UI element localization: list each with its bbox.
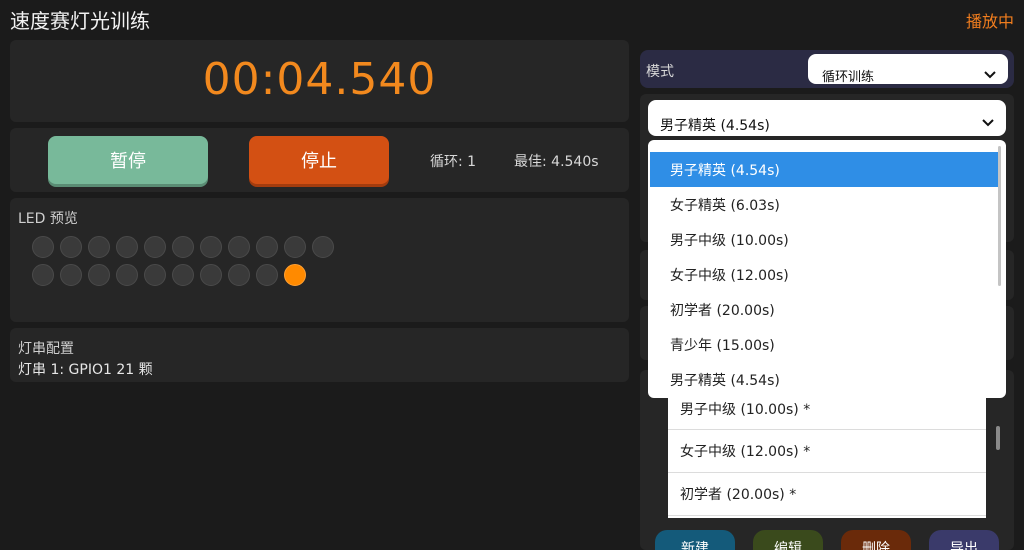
pause-button[interactable]: 暂停 xyxy=(48,136,208,184)
list-item[interactable]: 初学者 (20.00s) * xyxy=(668,473,986,516)
led-dot xyxy=(32,236,54,258)
led-row-2 xyxy=(32,264,306,286)
led-dot xyxy=(200,236,222,258)
chevron-down-icon xyxy=(984,71,996,79)
list-scrollbar[interactable] xyxy=(996,426,1000,450)
led-dot xyxy=(256,264,278,286)
dropdown-option[interactable]: 男子精英 (4.54s) xyxy=(648,362,1006,397)
led-dot xyxy=(32,264,54,286)
timer-display: 00:04.540 xyxy=(202,54,437,105)
dropdown-option[interactable]: 女子中级 (12.00s) xyxy=(648,257,1006,292)
led-dot xyxy=(172,264,194,286)
loop-count: 循环: 1 xyxy=(430,154,477,170)
timer-panel: 00:04.540 xyxy=(10,40,629,122)
led-dot xyxy=(256,236,278,258)
preset-select[interactable]: 男子精英 (4.54s) xyxy=(648,100,1006,136)
list-item[interactable]: 女子中级 (12.00s) * xyxy=(668,430,986,473)
export-button[interactable]: 导出 xyxy=(929,530,999,550)
new-button[interactable]: 新建 xyxy=(655,530,735,550)
led-dot xyxy=(144,264,166,286)
chevron-down-icon xyxy=(982,119,994,127)
mode-panel: 模式 循环训练 xyxy=(640,50,1014,88)
led-dot xyxy=(172,236,194,258)
led-preview-panel: LED 预览 xyxy=(10,198,629,322)
led-dot xyxy=(200,264,222,286)
led-dot xyxy=(116,236,138,258)
preset-dropdown: 男子精英 (4.54s) 女子精英 (6.03s) 男子中级 (10.00s) 女子中… xyxy=(648,140,1006,398)
led-row-1 xyxy=(32,236,334,258)
dropdown-option[interactable]: 女子精英 (6.03s) xyxy=(648,187,1006,222)
dropdown-option[interactable]: 男子中级 (10.00s) xyxy=(648,222,1006,257)
led-dot xyxy=(228,236,250,258)
led-dot xyxy=(144,236,166,258)
led-dot xyxy=(116,264,138,286)
control-panel: 暂停 停止 循环: 1 最佳: 4.540s xyxy=(10,128,629,192)
playback-status: 播放中 xyxy=(965,12,1014,31)
mode-label: 模式 xyxy=(646,64,674,80)
led-dot xyxy=(312,236,334,258)
dropdown-option[interactable]: 初学者 (20.00s) xyxy=(648,292,1006,327)
mode-select[interactable]: 循环训练 xyxy=(808,54,1008,85)
strip-config-panel: 灯串配置 灯串 1: GPIO1 21 颗 xyxy=(10,328,629,382)
led-dot xyxy=(228,264,250,286)
led-preview-label: LED 预览 xyxy=(18,211,78,227)
app-title: 速度赛灯光训练 xyxy=(10,9,150,33)
strip-config-label: 灯串配置 xyxy=(18,341,74,357)
led-dot xyxy=(88,264,110,286)
best-time: 最佳: 4.540s xyxy=(514,154,599,170)
preset-selected-value: 男子精英 (4.54s) xyxy=(660,118,770,134)
led-dot xyxy=(60,236,82,258)
dropdown-scrollbar[interactable] xyxy=(998,146,1001,286)
dropdown-option[interactable]: 青少年 (15.00s) xyxy=(648,327,1006,362)
sequence-list: 男子中级 (10.00s) * 女子中级 (12.00s) * 初学者 (20.00… xyxy=(668,388,986,518)
dropdown-option[interactable]: 男子精英 (4.54s) xyxy=(650,152,1000,187)
mode-selected-value: 循环训练 xyxy=(822,70,875,85)
led-dot xyxy=(60,264,82,286)
led-dot xyxy=(284,236,306,258)
strip-line: 灯串 1: GPIO1 21 颗 xyxy=(18,362,153,378)
stop-button[interactable]: 停止 xyxy=(249,136,389,184)
led-dot xyxy=(88,236,110,258)
delete-button[interactable]: 删除 xyxy=(841,530,911,550)
led-dot xyxy=(284,264,306,286)
edit-button[interactable]: 编辑 xyxy=(753,530,823,550)
